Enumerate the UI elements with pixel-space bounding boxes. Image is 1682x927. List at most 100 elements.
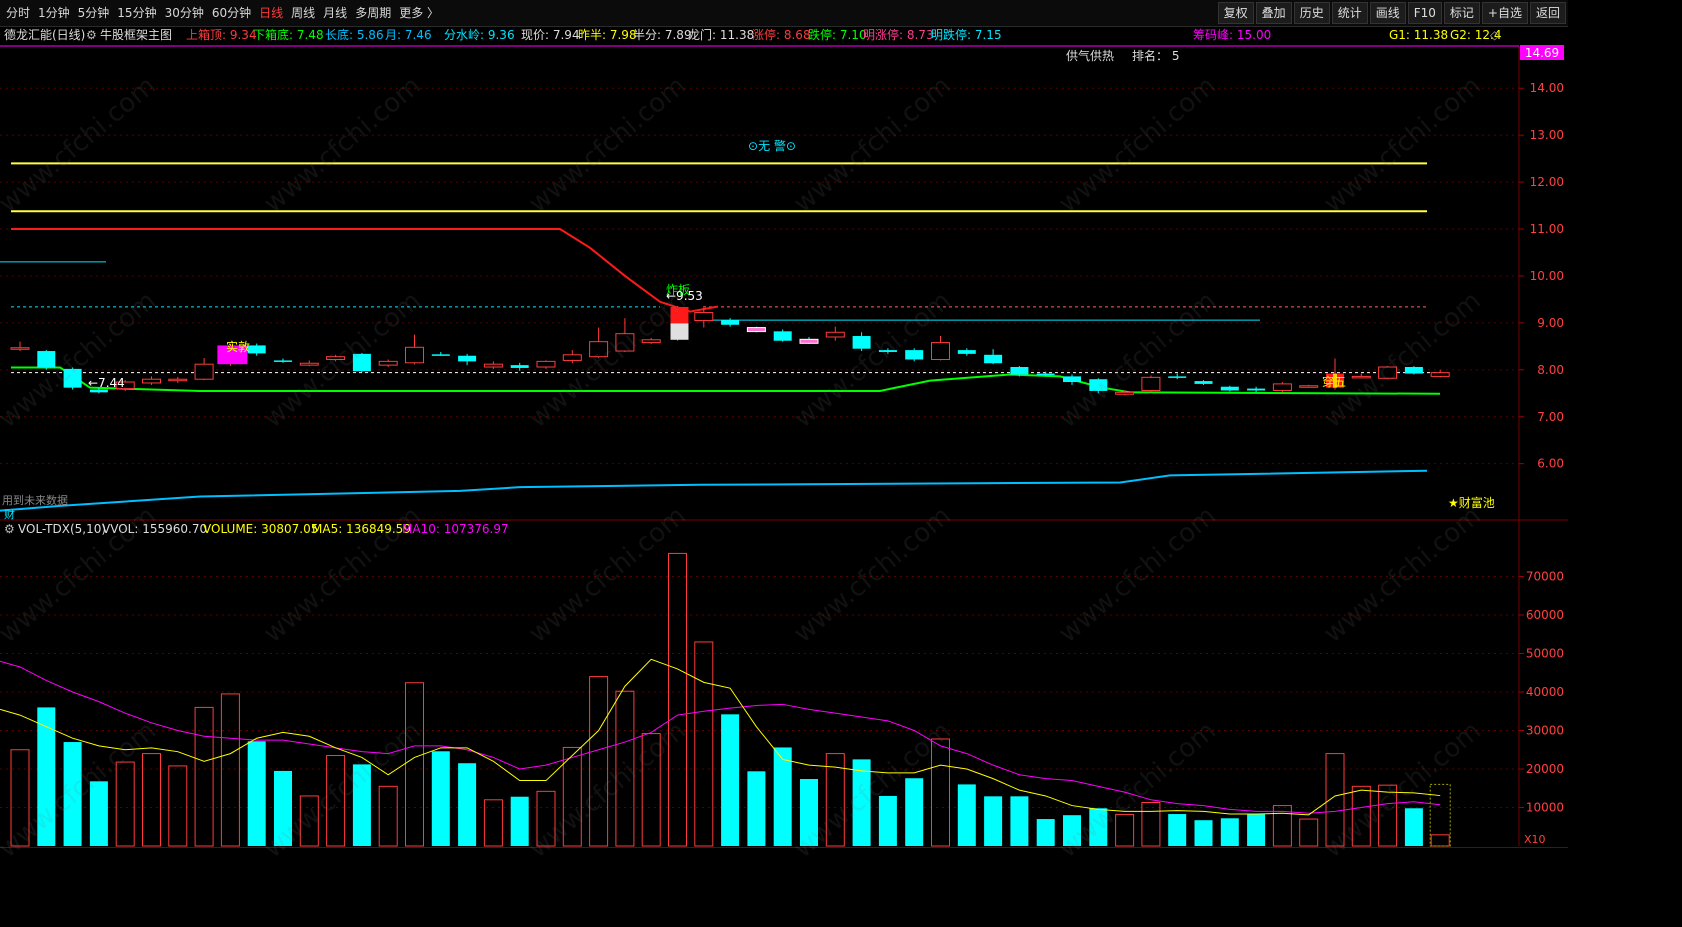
candle-body-up[interactable] bbox=[1430, 372, 1450, 377]
candle-body-down[interactable] bbox=[1036, 373, 1055, 376]
volume-bar-up[interactable] bbox=[1378, 784, 1398, 847]
candle-body-up[interactable] bbox=[326, 356, 346, 360]
volume-bar-up[interactable] bbox=[1325, 753, 1345, 847]
volume-bar-up[interactable] bbox=[10, 749, 30, 847]
candle-body-down[interactable] bbox=[773, 331, 792, 341]
volume-bar-down[interactable] bbox=[89, 781, 108, 846]
volume-bar-down[interactable] bbox=[1194, 820, 1213, 846]
volume-bar-down[interactable] bbox=[352, 764, 371, 846]
candle-body-down[interactable] bbox=[1063, 376, 1081, 383]
volume-bar-down[interactable] bbox=[1247, 814, 1266, 846]
candle-body-up[interactable] bbox=[299, 362, 319, 366]
candle-body-down[interactable] bbox=[957, 350, 976, 354]
candle-body-down[interactable] bbox=[852, 336, 871, 349]
candle-body-down[interactable] bbox=[431, 354, 450, 356]
candle-body-up[interactable] bbox=[378, 360, 398, 366]
candle-body-up[interactable] bbox=[142, 378, 161, 384]
volume-bar-up[interactable] bbox=[536, 790, 556, 847]
volume-bar-down[interactable] bbox=[852, 759, 871, 846]
candle-body-down[interactable] bbox=[878, 350, 897, 352]
candle-body-up[interactable] bbox=[10, 347, 30, 350]
candle-body-down[interactable] bbox=[1404, 367, 1423, 374]
volume-bar-up[interactable] bbox=[1430, 834, 1450, 847]
candle-body-up[interactable] bbox=[168, 378, 188, 382]
volume-bar-down[interactable] bbox=[1010, 796, 1029, 846]
candle-body-up[interactable] bbox=[562, 354, 582, 361]
candle-body-up[interactable] bbox=[1299, 385, 1319, 388]
volume-bar-down[interactable] bbox=[1036, 819, 1055, 846]
candle-body-down[interactable] bbox=[510, 365, 529, 368]
candle-body-down[interactable] bbox=[1010, 367, 1029, 375]
candle-body-down[interactable] bbox=[458, 355, 477, 362]
candle-body-limitup[interactable] bbox=[670, 306, 689, 324]
volume-bar-up[interactable] bbox=[1299, 818, 1319, 847]
candle-body-down[interactable] bbox=[1168, 376, 1187, 378]
candle-body-down[interactable] bbox=[352, 353, 371, 372]
kline-chart[interactable]: 14.00 13.00 12.00 11.00 10.00 9.00 8.00 7.00 6.0… bbox=[0, 0, 1568, 864]
candle-body-up[interactable] bbox=[615, 333, 635, 352]
volume-bar-up[interactable] bbox=[931, 738, 950, 847]
volume-bar-down[interactable] bbox=[510, 796, 529, 846]
volume-bar-down[interactable] bbox=[747, 771, 766, 846]
candle-body-down[interactable] bbox=[63, 368, 82, 388]
volume-bar-up[interactable] bbox=[641, 733, 661, 847]
candle-body-up[interactable] bbox=[931, 342, 950, 360]
volume-bar-up[interactable] bbox=[194, 706, 214, 847]
volume-bar-up[interactable] bbox=[168, 765, 188, 847]
volume-bar-up[interactable] bbox=[668, 552, 687, 847]
candle-body-down[interactable] bbox=[247, 345, 266, 354]
volume-bar-down[interactable] bbox=[1063, 815, 1081, 846]
volume-bar-down[interactable] bbox=[957, 784, 976, 846]
volume-bar-down[interactable] bbox=[800, 779, 818, 846]
volume-bar-down[interactable] bbox=[773, 747, 792, 846]
candle-body-down[interactable] bbox=[721, 320, 740, 325]
candle-body-up[interactable] bbox=[694, 312, 714, 322]
candle-body-down[interactable] bbox=[1089, 379, 1108, 391]
candle-body-up[interactable] bbox=[1351, 375, 1371, 379]
volume-bar-down[interactable] bbox=[905, 778, 924, 846]
candle-body-up[interactable] bbox=[483, 363, 503, 368]
volume-bar-up[interactable] bbox=[405, 682, 424, 847]
candle-body-up[interactable] bbox=[194, 363, 214, 380]
volume-bar-down[interactable] bbox=[1089, 808, 1108, 846]
volume-bar-down[interactable] bbox=[1220, 818, 1239, 846]
volume-bar-down[interactable] bbox=[878, 795, 897, 846]
candle-body-up[interactable] bbox=[641, 339, 661, 344]
volume-bar-up[interactable] bbox=[326, 755, 346, 847]
volume-bar-up[interactable] bbox=[562, 746, 582, 847]
volume-bar-down[interactable] bbox=[1404, 808, 1423, 846]
volume-bar-up[interactable] bbox=[694, 641, 714, 847]
volume-bar-up[interactable] bbox=[378, 785, 398, 847]
candle-body-down[interactable] bbox=[1220, 386, 1239, 391]
volume-bar-up[interactable] bbox=[483, 799, 503, 847]
volume-bar-down[interactable] bbox=[63, 742, 82, 846]
volume-bar-up[interactable] bbox=[1351, 785, 1371, 847]
volume-bar-down[interactable] bbox=[274, 770, 292, 846]
volume-bar-down[interactable] bbox=[431, 751, 450, 846]
volume-bar-down[interactable] bbox=[721, 714, 740, 846]
volume-bar-down[interactable] bbox=[458, 763, 477, 846]
candle-body-marker[interactable] bbox=[746, 327, 766, 333]
candle-body-up[interactable] bbox=[589, 341, 609, 358]
volume-bar-down[interactable] bbox=[984, 796, 1003, 846]
candle-body-up[interactable] bbox=[1141, 376, 1161, 391]
candle-body-up[interactable] bbox=[536, 360, 556, 368]
candle-body-up[interactable] bbox=[1272, 383, 1292, 391]
volume-bar-up[interactable] bbox=[1141, 801, 1161, 847]
volume-bar-up[interactable] bbox=[299, 795, 319, 847]
volume-bar-up[interactable] bbox=[1115, 813, 1135, 847]
candle-body-up[interactable] bbox=[825, 331, 845, 338]
volume-bar-up[interactable] bbox=[115, 761, 135, 847]
candle-body-down[interactable] bbox=[1194, 381, 1213, 384]
candle-body-down[interactable] bbox=[37, 351, 56, 368]
volume-bar-down[interactable] bbox=[247, 741, 266, 846]
volume-bar-up[interactable] bbox=[142, 753, 161, 847]
candle-body-down[interactable] bbox=[1247, 388, 1266, 391]
candle-body-down[interactable] bbox=[274, 360, 292, 362]
candle-body-down[interactable] bbox=[905, 350, 924, 360]
volume-bar-down[interactable] bbox=[1168, 814, 1187, 846]
volume-bar-up[interactable] bbox=[589, 676, 609, 847]
candle-body-up[interactable] bbox=[1115, 391, 1135, 395]
candle-body-limitup-lower[interactable] bbox=[670, 323, 689, 340]
candle-body-up[interactable] bbox=[405, 346, 424, 364]
